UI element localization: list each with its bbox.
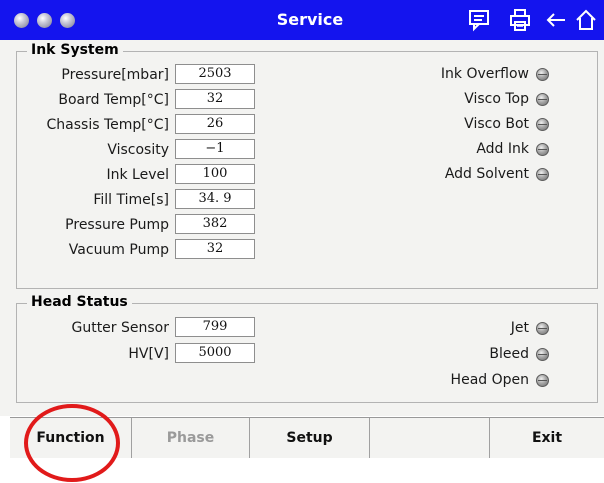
field-label: Vacuum Pump (68, 242, 169, 258)
indicator-label: Ink Overflow (440, 66, 529, 82)
field-gutter-sensor: Gutter Sensor (17, 316, 169, 340)
vacuum-pump-value[interactable]: 32 (175, 239, 255, 259)
status-led-icon (536, 374, 549, 387)
head-status-group: Head Status Gutter Sensor 799 HV[V] 5000… (16, 294, 598, 403)
field-vacuum-pump: Vacuum Pump (17, 238, 169, 262)
indicator-label: Jet (510, 320, 529, 336)
viscosity-value[interactable]: −1 (175, 139, 255, 159)
field-viscosity: Viscosity (17, 138, 169, 162)
page-title: Service (276, 10, 344, 29)
indicator-label: Add Solvent (444, 166, 529, 182)
status-led-icon (536, 143, 549, 156)
status-led-icon (536, 118, 549, 131)
field-label: Board Temp[°C] (58, 92, 169, 108)
field-label: Pressure Pump (65, 217, 169, 233)
message-icon[interactable] (467, 8, 491, 32)
ink-system-group: Ink System Pressure[mbar] 2503 Board Tem… (16, 42, 598, 289)
print-icon[interactable] (508, 8, 532, 32)
indicator-add-ink: Add Ink (377, 139, 549, 159)
field-label: Pressure[mbar] (61, 67, 169, 83)
status-led-icon (536, 348, 549, 361)
field-ink-level: Ink Level (17, 163, 169, 187)
field-label: Gutter Sensor (71, 320, 169, 336)
field-hv: HV[V] (17, 342, 169, 366)
field-pressure-pump: Pressure Pump (17, 213, 169, 237)
ink-system-legend: Ink System (27, 42, 123, 58)
field-label: Chassis Temp[°C] (46, 117, 169, 133)
field-label: Viscosity (107, 142, 169, 158)
content-area: Ink System Pressure[mbar] 2503 Board Tem… (0, 40, 604, 416)
status-led-icon (536, 93, 549, 106)
chassis-temp-value[interactable]: 26 (175, 114, 255, 134)
tab-phase[interactable]: Phase (132, 418, 250, 458)
status-led-icon (536, 68, 549, 81)
window-dot-2 (37, 13, 52, 28)
indicator-label: Head Open (450, 372, 529, 388)
tab-setup[interactable]: Setup (250, 418, 370, 458)
tab-exit[interactable]: Exit (490, 418, 604, 458)
indicator-visco-bot: Visco Bot (377, 114, 549, 134)
window-dot-1 (14, 13, 29, 28)
head-status-legend: Head Status (27, 294, 132, 310)
status-led-icon (536, 322, 549, 335)
field-label: Fill Time[s] (93, 192, 169, 208)
pressure-value[interactable]: 2503 (175, 64, 255, 84)
indicator-bleed: Bleed (377, 344, 549, 364)
board-temp-value[interactable]: 32 (175, 89, 255, 109)
indicator-label: Visco Top (464, 91, 529, 107)
back-arrow-icon[interactable] (544, 8, 568, 32)
tab-empty[interactable] (370, 418, 490, 458)
hv-value[interactable]: 5000 (175, 343, 255, 363)
title-bar: Service (0, 0, 604, 40)
field-label: HV[V] (128, 346, 169, 362)
field-fill-time: Fill Time[s] (17, 188, 169, 212)
indicator-head-open: Head Open (377, 370, 549, 390)
field-chassis-temp: Chassis Temp[°C] (17, 113, 169, 137)
home-icon[interactable] (574, 8, 598, 32)
indicator-visco-top: Visco Top (377, 89, 549, 109)
indicator-jet: Jet (377, 318, 549, 338)
indicator-ink-overflow: Ink Overflow (377, 64, 549, 84)
bottom-tab-bar: Function Phase Setup Exit (10, 417, 604, 458)
ink-level-value[interactable]: 100 (175, 164, 255, 184)
gutter-sensor-value[interactable]: 799 (175, 317, 255, 337)
field-label: Ink Level (106, 167, 169, 183)
pressure-pump-value[interactable]: 382 (175, 214, 255, 234)
indicator-label: Visco Bot (464, 116, 529, 132)
indicator-label: Add Ink (476, 141, 529, 157)
field-board-temp: Board Temp[°C] (17, 88, 169, 112)
fill-time-value[interactable]: 34. 9 (175, 189, 255, 209)
tab-function[interactable]: Function (10, 418, 132, 458)
window-dot-3 (60, 13, 75, 28)
indicator-add-solvent: Add Solvent (377, 164, 549, 184)
field-pressure: Pressure[mbar] (17, 63, 169, 87)
status-led-icon (536, 168, 549, 181)
indicator-label: Bleed (489, 346, 529, 362)
